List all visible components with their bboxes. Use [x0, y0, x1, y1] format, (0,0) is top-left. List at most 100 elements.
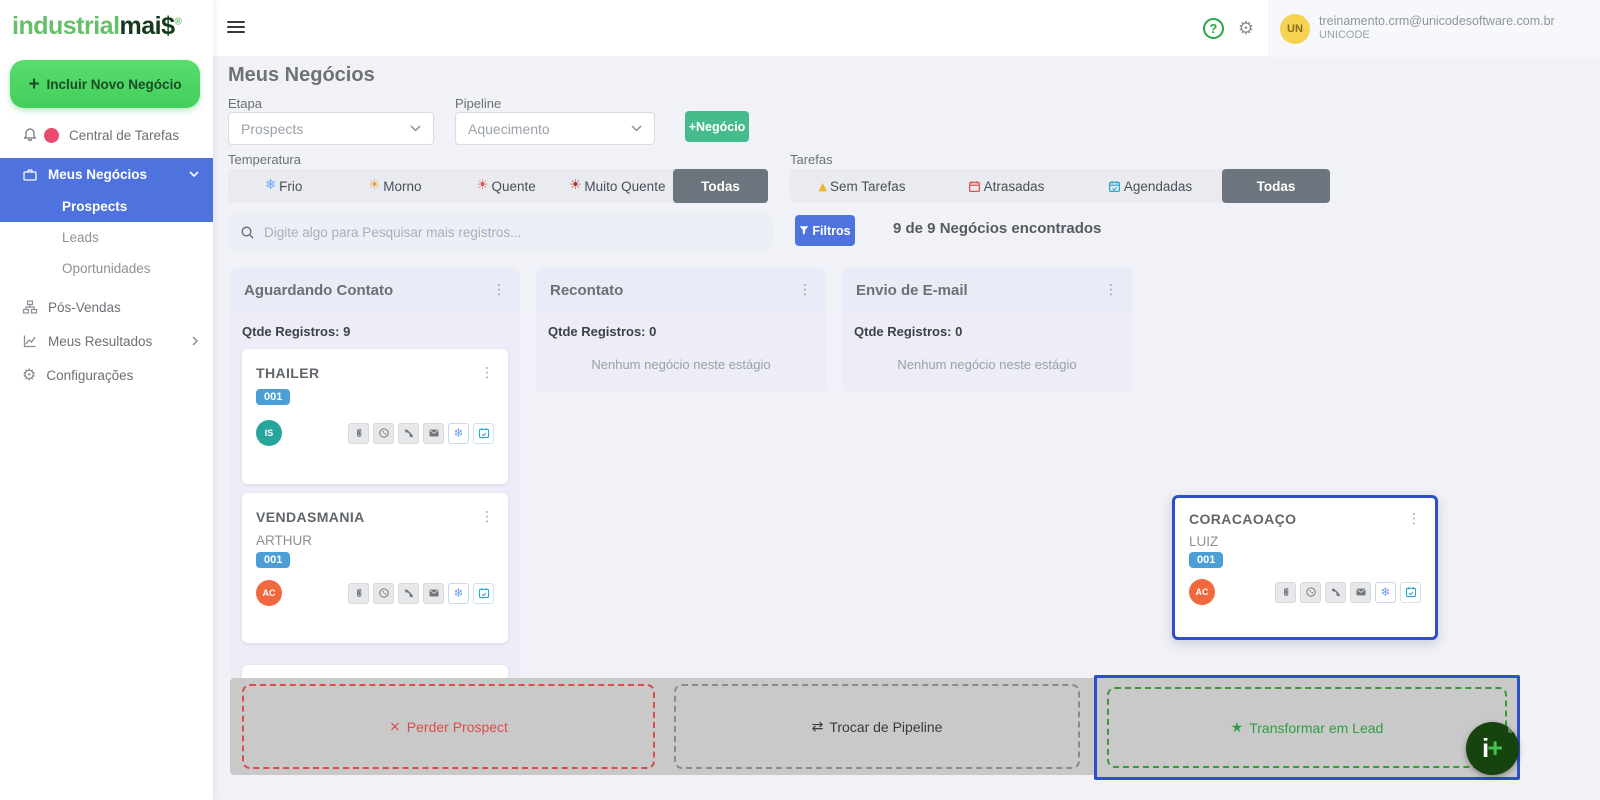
tarefas-option-agendadas[interactable]: Agendadas [1078, 179, 1222, 194]
snowflake-icon[interactable]: ❄ [1375, 582, 1396, 603]
pos-vendas-label: Pós-Vendas [48, 300, 121, 315]
tarefas-option-todas-selected[interactable]: Todas [1222, 169, 1330, 203]
meus-resultados-label: Meus Resultados [48, 334, 152, 349]
deal-card-thailer[interactable]: THAILER ⋮ 001 IS ❄ [242, 349, 508, 484]
paperclip-icon[interactable] [1275, 582, 1296, 603]
phone-icon[interactable] [398, 423, 419, 444]
filtros-button[interactable]: Filtros [795, 215, 855, 246]
new-deal-button[interactable]: + Incluir Novo Negócio [10, 60, 200, 108]
card-title: CORACAOAÇO [1189, 511, 1296, 527]
temp-option-muito-quente[interactable]: ☀ Muito Quente [562, 179, 673, 194]
snowflake-icon[interactable]: ❄ [448, 583, 469, 604]
envelope-icon[interactable] [423, 423, 444, 444]
etapa-select[interactable]: Prospects [228, 112, 434, 145]
card-menu-icon[interactable]: ⋮ [480, 509, 494, 525]
add-negocio-button[interactable]: +Negócio [685, 111, 749, 142]
column-menu-icon[interactable]: ⋮ [798, 282, 812, 298]
phone-icon[interactable] [398, 583, 419, 604]
dragged-deal-card-coracaoaco[interactable]: CORACAOAÇO ⋮ LUIZ 001 AC ❄ [1172, 495, 1438, 640]
registered-mark: ® [175, 17, 182, 28]
sun-icon: ☀ [569, 179, 581, 193]
gear-icon: ⚙ [22, 367, 36, 383]
exchange-icon: ⇄ [812, 720, 824, 734]
dropzone-trocar-pipeline[interactable]: ⇄ Trocar de Pipeline [674, 684, 1080, 769]
whatsapp-icon[interactable] [373, 423, 394, 444]
warning-icon: ▲ [818, 181, 826, 192]
help-icon[interactable]: ? [1203, 18, 1224, 39]
paperclip-icon[interactable] [348, 583, 369, 604]
sidebar-item-leads[interactable]: Leads [0, 222, 213, 253]
brand-fab-button[interactable]: i + ® [1466, 722, 1519, 775]
temp-option-frio[interactable]: ❄ Frio [228, 179, 339, 194]
search-input[interactable] [264, 225, 762, 240]
calendar-icon[interactable] [1400, 582, 1421, 603]
sidebar-nav: Central de Tarefas Meus Negócios Prospec… [0, 118, 213, 392]
user-email: treinamento.crm@unicodesoftware.com.br [1319, 14, 1555, 30]
temp-option-quente[interactable]: ☀ Quente [451, 179, 562, 194]
whatsapp-icon[interactable] [373, 583, 394, 604]
sidebar-item-prospects[interactable]: Prospects [0, 191, 213, 222]
agendadas-label: Agendadas [1124, 179, 1192, 194]
new-deal-label: Incluir Novo Negócio [47, 77, 182, 92]
sidebar-item-meus-negocios[interactable]: Meus Negócios [0, 158, 213, 191]
card-avatar: IS [256, 420, 282, 446]
kanban-column-recontato: Recontato ⋮ Qtde Registros: 0 Nenhum neg… [536, 268, 826, 392]
settings-gear-icon[interactable]: ⚙ [1238, 20, 1254, 38]
configuracoes-label: Configurações [46, 368, 133, 383]
dropzone-perder-prospect[interactable]: × Perder Prospect [242, 684, 655, 769]
sidebar-item-meus-resultados[interactable]: Meus Resultados [0, 324, 213, 358]
calendar-check-icon [1108, 180, 1121, 193]
phone-icon[interactable] [1325, 582, 1346, 603]
chevron-right-icon [192, 336, 199, 346]
column-body: Qtde Registros: 0 Nenhum negócio neste e… [536, 312, 826, 392]
column-header: Aguardando Contato ⋮ [230, 268, 520, 312]
paperclip-icon[interactable] [348, 423, 369, 444]
calendar-icon[interactable] [473, 423, 494, 444]
envelope-icon[interactable] [423, 583, 444, 604]
sun-icon: ☀ [476, 179, 488, 193]
sem-tarefas-label: Sem Tarefas [830, 179, 906, 194]
sidebar-item-central-tarefas[interactable]: Central de Tarefas [0, 118, 213, 152]
sidebar-item-configuracoes[interactable]: ⚙ Configurações [0, 358, 213, 392]
tarefas-option-atrasadas[interactable]: Atrasadas [934, 179, 1078, 194]
dropzone-label: Transformar em Lead [1249, 720, 1383, 736]
kanban-column-aguardando-contato: Aguardando Contato ⋮ Qtde Registros: 9 T… [230, 268, 520, 680]
dropzone-transformar-lead[interactable]: ★ Transformar em Lead [1107, 687, 1507, 768]
column-body: Qtde Registros: 9 THAILER ⋮ 001 IS [230, 312, 520, 680]
card-badge: 001 [256, 552, 290, 568]
kanban-column-envio-email: Envio de E-mail ⋮ Qtde Registros: 0 Nenh… [842, 268, 1132, 392]
tarefas-filter: ▲ Sem Tarefas Atrasadas Agendadas Todas [790, 169, 1330, 203]
user-org: UNICODE [1319, 29, 1555, 43]
filtros-label: Filtros [812, 224, 850, 238]
calendar-icon[interactable] [473, 583, 494, 604]
column-menu-icon[interactable]: ⋮ [492, 282, 506, 298]
user-menu[interactable]: UN treinamento.crm@unicodesoftware.com.b… [1268, 0, 1600, 57]
temp-option-morno[interactable]: ☀ Morno [339, 179, 450, 194]
etapa-value: Prospects [241, 121, 303, 137]
notification-badge [44, 128, 59, 143]
temp-option-todas-selected[interactable]: Todas [673, 169, 768, 203]
atrasadas-label: Atrasadas [984, 179, 1045, 194]
filter-icon [799, 225, 809, 236]
snowflake-icon[interactable]: ❄ [448, 423, 469, 444]
card-menu-icon[interactable]: ⋮ [480, 365, 494, 381]
card-menu-icon[interactable]: ⋮ [1407, 511, 1421, 527]
active-menu-group: Meus Negócios Prospects [0, 158, 213, 222]
sidebar: industrialmai$® + Incluir Novo Negócio C… [0, 0, 213, 800]
logo-text-green: industrial [12, 12, 120, 40]
dropzone-label: Trocar de Pipeline [829, 719, 942, 735]
chevron-down-icon [410, 125, 421, 132]
card-avatar: AC [1189, 579, 1215, 605]
sidebar-item-pos-vendas[interactable]: Pós-Vendas [0, 290, 213, 324]
envelope-icon[interactable] [1350, 582, 1371, 603]
menu-toggle-icon[interactable] [227, 21, 245, 36]
column-menu-icon[interactable]: ⋮ [1104, 282, 1118, 298]
chart-line-icon [22, 333, 38, 349]
deal-card-vendasmania[interactable]: VENDASMANIA ⋮ ARTHUR 001 AC ❄ [242, 493, 508, 643]
tarefas-option-sem-tarefas[interactable]: ▲ Sem Tarefas [790, 179, 934, 194]
logo-text-dark: mai$ [120, 12, 175, 40]
whatsapp-icon[interactable] [1300, 582, 1321, 603]
pipeline-select[interactable]: Aquecimento [455, 112, 655, 145]
fab-plus-glyph: + [1487, 735, 1503, 762]
sidebar-item-oportunidades[interactable]: Oportunidades [0, 253, 213, 284]
